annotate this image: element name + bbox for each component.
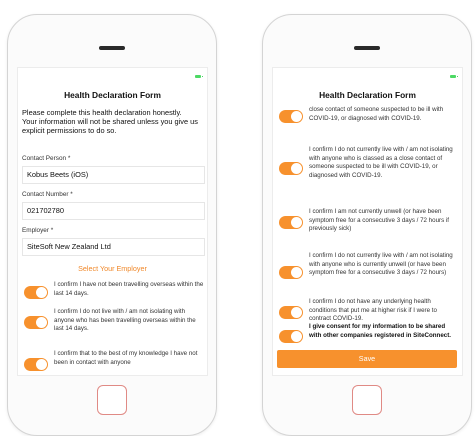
battery-icon (450, 75, 458, 78)
consent-text-close-contact: close contact of someone suspected to be… (309, 106, 444, 122)
right-screen: Health Declaration Form close contact of… (272, 67, 463, 376)
speaker-grille (99, 46, 125, 50)
consent-toggle-health-conditions[interactable] (279, 306, 303, 319)
consent-text-contact: I confirm that to the best of my knowled… (54, 350, 198, 366)
consent-text-unwell: I confirm I am not currently unwell (or … (309, 208, 449, 233)
speaker-grille (354, 46, 380, 50)
battery-icon (195, 75, 203, 78)
intro-text: Please complete this health declaration … (22, 108, 198, 135)
contact-person-label: Contact Person * (22, 155, 71, 162)
page-title: Health Declaration Form (64, 90, 161, 100)
consent-text-household-travel: I confirm I do not live with / am not is… (54, 308, 196, 333)
home-button[interactable] (352, 385, 382, 415)
right-phone-frame: Health Declaration Form close contact of… (262, 14, 472, 436)
consent-text-overseas-travel: I confirm I have not been travelling ove… (54, 281, 204, 297)
contact-number-label: Contact Number * (22, 191, 73, 198)
contact-person-field[interactable]: Kobus Beets (iOS) (22, 166, 205, 184)
consent-toggle-overseas-travel[interactable] (24, 286, 48, 299)
employer-label: Employer * (22, 227, 54, 234)
consent-toggle-household-travel[interactable] (24, 316, 48, 329)
consent-toggle-household-contact[interactable] (279, 162, 303, 175)
consent-text-household-contact: I confirm I do not currently live with /… (309, 146, 453, 179)
home-button[interactable] (97, 385, 127, 415)
consent-text-household-unwell: I confirm I do not currently live with /… (309, 252, 453, 277)
select-employer-link[interactable]: Select Your Employer (18, 264, 207, 273)
contact-number-field[interactable]: 021702780 (22, 202, 205, 220)
consent-text-share-info: I give consent for my information to be … (309, 323, 451, 339)
employer-field[interactable]: SiteSoft New Zealand Ltd (22, 238, 205, 256)
consent-toggle-household-unwell[interactable] (279, 266, 303, 279)
save-button[interactable]: Save (277, 350, 457, 368)
consent-toggle-contact[interactable] (24, 358, 48, 371)
consent-toggle-share-info[interactable] (279, 330, 303, 343)
left-phone-frame: Health Declaration Form Please complete … (7, 14, 217, 436)
consent-toggle-unwell[interactable] (279, 216, 303, 229)
consent-toggle-close-contact[interactable] (279, 110, 303, 123)
consent-text-health-conditions: I confirm I do not have any underlying h… (309, 298, 437, 323)
left-screen: Health Declaration Form Please complete … (17, 67, 208, 376)
page-title: Health Declaration Form (319, 90, 416, 100)
